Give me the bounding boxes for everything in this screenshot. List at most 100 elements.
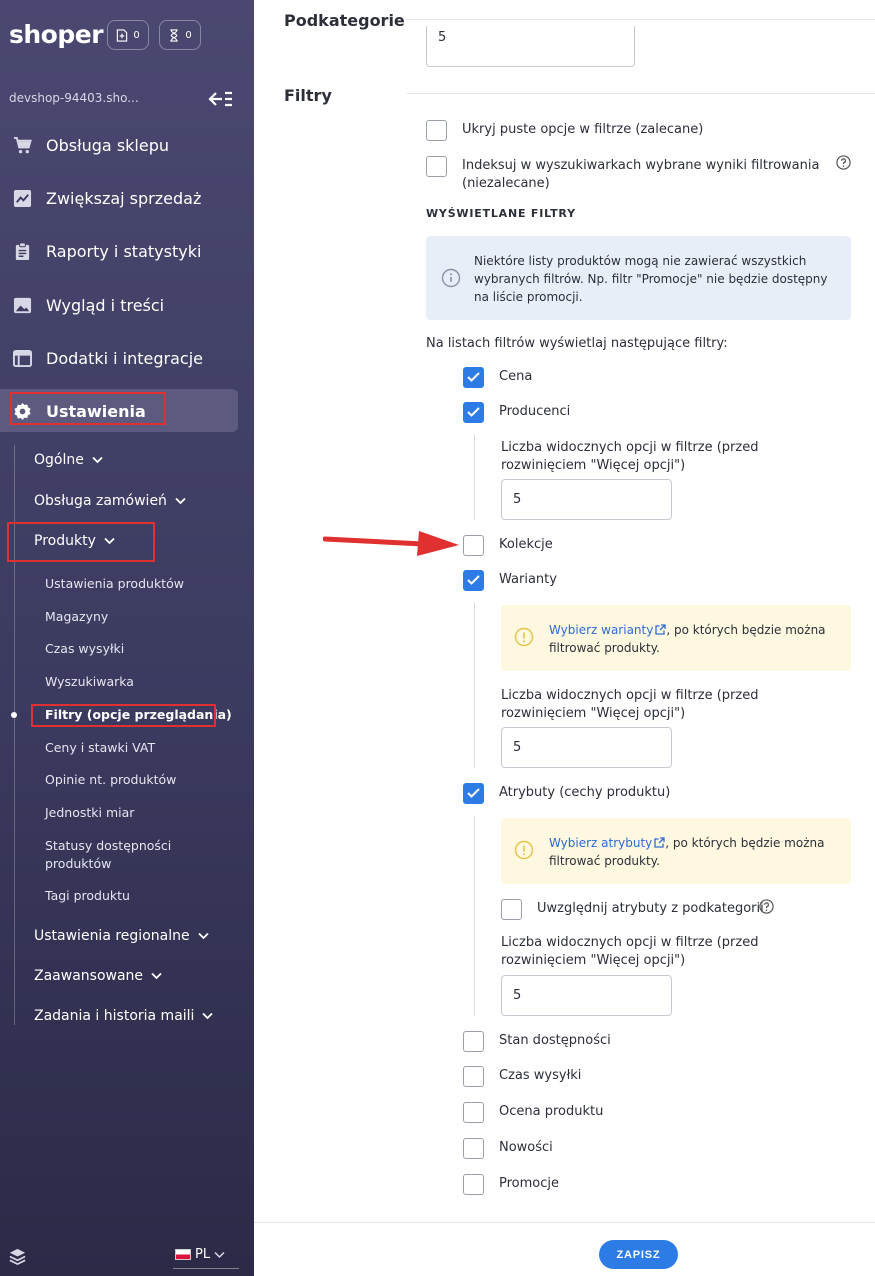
menu-item-appearance[interactable]: Wygląd i treści <box>0 283 254 327</box>
filter-producers-checkbox[interactable] <box>463 402 484 423</box>
collapse-sidebar-icon[interactable] <box>208 90 234 108</box>
variants-visible-input[interactable]: 5 <box>501 727 672 768</box>
choose-variants-link[interactable]: Wybierz warianty <box>549 623 653 637</box>
info-box: Niektóre listy produktów mogą nie zawier… <box>426 236 851 320</box>
language-selector[interactable]: PL <box>175 1247 225 1262</box>
poland-flag-icon <box>175 1249 191 1260</box>
filter-price-checkbox[interactable] <box>463 367 484 388</box>
checkmark-icon <box>467 372 480 382</box>
subcategories-input[interactable]: 5 <box>426 26 635 67</box>
filter-variants-label: Warianty <box>499 572 557 587</box>
filter-collections-checkbox[interactable] <box>463 535 484 556</box>
external-link-icon[interactable] <box>655 624 666 635</box>
save-button[interactable]: ZAPISZ <box>599 1240 678 1269</box>
submenu-reviews[interactable]: Opinie nt. produktów <box>45 771 176 789</box>
image-icon <box>13 297 32 313</box>
highlight-products <box>7 522 155 562</box>
sub-divider <box>474 816 475 1016</box>
submenu-search[interactable]: Wyszukiwarka <box>45 673 134 691</box>
filter-variants-checkbox[interactable] <box>463 570 484 591</box>
chevron-down-icon <box>214 1251 225 1258</box>
filter-rating-checkbox[interactable] <box>463 1102 484 1123</box>
window-icon <box>13 349 32 367</box>
index-search-checkbox[interactable] <box>426 156 447 177</box>
shop-name[interactable]: devshop-94403.sho... <box>9 91 139 105</box>
menu-item-increase-sales[interactable]: Zwiększaj sprzedaż <box>0 176 254 220</box>
filter-rating-label: Ocena produktu <box>499 1104 604 1119</box>
variants-warning: Wybierz warianty, po których będzie możn… <box>501 605 851 671</box>
submenu-label: Obsługa zamówień <box>34 493 167 509</box>
info-icon <box>441 268 461 288</box>
submenu-order-handling[interactable]: Obsługa zamówień <box>34 493 186 509</box>
input-value: 5 <box>513 740 522 755</box>
info-text: Niektóre listy produktów mogą nie zawier… <box>474 254 828 304</box>
submenu-warehouses[interactable]: Magazyny <box>45 608 108 626</box>
filters-intro: Na listach filtrów wyświetlaj następując… <box>426 336 728 351</box>
submenu-regional[interactable]: Ustawienia regionalne <box>34 928 209 944</box>
sub-divider <box>474 603 475 768</box>
chevron-down-icon <box>197 932 209 940</box>
menu-item-reports[interactable]: Raporty i statystyki <box>0 229 254 273</box>
include-subcategory-attributes-checkbox[interactable] <box>501 899 522 920</box>
submenu-prices-vat[interactable]: Ceny i stawki VAT <box>45 739 155 757</box>
include-subcategory-attributes-label: Uwzględnij atrybuty z podkategorii <box>537 901 764 916</box>
menu-item-addons[interactable]: Dodatki i integracje <box>0 336 254 380</box>
shoper-logo[interactable]: shoper <box>9 20 104 49</box>
hourglass-icon <box>170 28 179 42</box>
submenu-availability-statuses[interactable]: Statusy dostępności produktów <box>45 837 205 873</box>
divider <box>407 93 875 94</box>
tasks-count: 0 <box>185 29 192 41</box>
warning-info-icon <box>514 627 534 647</box>
hide-empty-checkbox[interactable] <box>426 120 447 141</box>
chevron-down-icon <box>92 456 103 464</box>
chevron-down-icon <box>151 972 162 980</box>
filter-shipping-time-checkbox[interactable] <box>463 1066 484 1087</box>
submenu-advanced[interactable]: Zaawansowane <box>34 968 162 984</box>
checkmark-icon <box>467 575 480 585</box>
highlight-filters <box>31 704 216 727</box>
chevron-down-icon <box>175 497 186 505</box>
tasks-badge[interactable]: 0 <box>159 20 201 50</box>
submenu-label: Zaawansowane <box>34 968 144 984</box>
checkmark-icon <box>467 788 480 798</box>
language-code: PL <box>195 1247 211 1262</box>
filter-shipping-time-label: Czas wysyłki <box>499 1068 582 1083</box>
notifications-badge[interactable]: 0 <box>107 20 149 50</box>
submenu-product-tags[interactable]: Tagi produktu <box>45 887 130 905</box>
menu-label: Obsługa sklepu <box>46 135 170 155</box>
save-bar <box>254 1222 875 1276</box>
submenu-general[interactable]: Ogólne <box>34 452 103 468</box>
filter-collections-label: Kolekcje <box>499 537 553 552</box>
sidebar: shoper 0 0 devshop-94403.sho... Obsługa … <box>0 0 254 1276</box>
help-icon[interactable] <box>759 899 774 914</box>
chart-icon <box>13 189 32 207</box>
filter-attributes-checkbox[interactable] <box>463 783 484 804</box>
help-icon[interactable] <box>836 155 851 170</box>
filter-availability-checkbox[interactable] <box>463 1031 484 1052</box>
menu-label: Raporty i statystyki <box>46 241 202 261</box>
filter-promotions-checkbox[interactable] <box>463 1174 484 1195</box>
submenu-units[interactable]: Jednostki miar <box>45 804 134 822</box>
menu-item-store-service[interactable]: Obsługa sklepu <box>0 123 254 167</box>
warning-info-icon <box>514 840 534 860</box>
submenu-product-settings[interactable]: Ustawienia produktów <box>45 575 184 593</box>
active-dot <box>11 712 17 718</box>
attributes-visible-label: Liczba widocznych opcji w filtrze (przed… <box>501 935 759 968</box>
producers-visible-input[interactable]: 5 <box>501 479 672 520</box>
attributes-visible-input[interactable]: 5 <box>501 975 672 1016</box>
external-link-icon[interactable] <box>654 837 665 848</box>
submenu-tasks-mail[interactable]: Zadania i historia maili <box>34 1008 214 1024</box>
filter-producers-label: Producenci <box>499 404 571 419</box>
divider <box>407 19 875 20</box>
highlight-settings <box>10 392 166 425</box>
menu-label: Zwiększaj sprzedaż <box>46 188 202 208</box>
notifications-count: 0 <box>133 29 140 41</box>
filter-new-checkbox[interactable] <box>463 1138 484 1159</box>
filter-promotions-label: Promocje <box>499 1176 559 1191</box>
submenu-shipping-time[interactable]: Czas wysyłki <box>45 640 124 658</box>
language-underline <box>173 1268 239 1269</box>
cart-icon <box>13 136 32 153</box>
choose-attributes-link[interactable]: Wybierz atrybuty <box>549 836 652 850</box>
input-value: 5 <box>438 30 447 45</box>
layers-icon[interactable] <box>8 1247 27 1266</box>
